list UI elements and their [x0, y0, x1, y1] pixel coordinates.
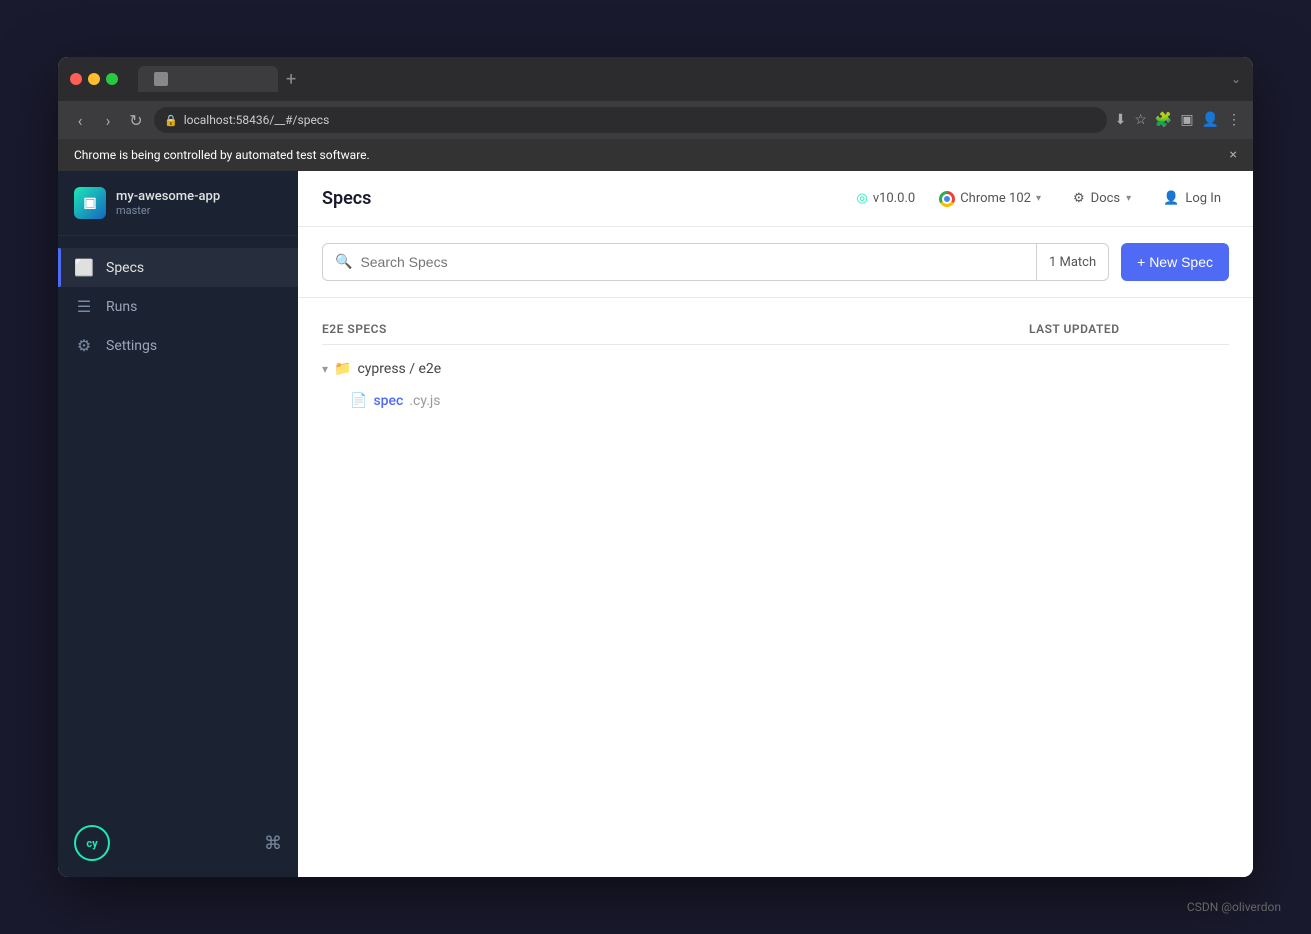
- browser-selector[interactable]: Chrome 102 ▾: [931, 187, 1049, 211]
- minimize-button[interactable]: [88, 73, 100, 85]
- search-icon: 🔍: [335, 254, 352, 270]
- app-icon-text: ▣: [83, 195, 96, 211]
- folder-chevron-icon: ▾: [322, 362, 328, 376]
- version-icon: ◎: [856, 191, 867, 206]
- app-name: my-awesome-app: [116, 189, 220, 204]
- banner-close-button[interactable]: ×: [1230, 147, 1237, 163]
- app-content: ▣ my-awesome-app master ⬜ Specs ☰ Runs ⚙: [58, 171, 1253, 877]
- sidebar: ▣ my-awesome-app master ⬜ Specs ☰ Runs ⚙: [58, 171, 298, 877]
- back-button[interactable]: ‹: [70, 111, 90, 130]
- spec-file-icon: 📄: [350, 393, 367, 409]
- profile-icon[interactable]: 👤: [1202, 112, 1219, 128]
- runs-icon: ☰: [74, 297, 94, 316]
- search-input[interactable]: [360, 254, 1024, 270]
- lock-icon: 🔒: [164, 114, 178, 127]
- app-icon: ▣: [74, 187, 106, 219]
- address-bar: ‹ › ↻ 🔒 localhost:58436/__#/specs ⬇ ☆ 🧩 …: [58, 101, 1253, 139]
- login-button[interactable]: 👤 Log In: [1155, 187, 1229, 210]
- version-text: v10.0.0: [873, 191, 915, 206]
- maximize-button[interactable]: [106, 73, 118, 85]
- sidebar-footer: cy ⌘: [58, 809, 298, 877]
- cy-logo: cy: [74, 825, 110, 861]
- specs-content: E2E specs Last updated ▾ 📁 cypress / e2e…: [298, 298, 1253, 877]
- extension-icon[interactable]: 🧩: [1155, 112, 1172, 128]
- header-right: ◎ v10.0.0 Chrome 102 ▾ ⚙ Docs ▾ 👤: [856, 187, 1229, 211]
- login-icon: 👤: [1163, 191, 1179, 206]
- docs-icon: ⚙: [1073, 191, 1085, 206]
- automation-banner-text: Chrome is being controlled by automated …: [74, 148, 370, 162]
- chrome-icon: [939, 191, 955, 207]
- specs-table-header: E2E specs Last updated: [322, 314, 1229, 345]
- app-branch: master: [116, 204, 220, 217]
- search-input-wrapper: 🔍: [323, 254, 1036, 270]
- title-bar: + ⌄: [58, 57, 1253, 101]
- address-bar-actions: ⬇ ☆ 🧩 ▣ 👤 ⋮: [1115, 112, 1241, 128]
- top-header: Specs ◎ v10.0.0 Chrome 102 ▾ ⚙ Docs ▾: [298, 171, 1253, 227]
- forward-button[interactable]: ›: [98, 111, 118, 130]
- folder-row-cypress-e2e[interactable]: ▾ 📁 cypress / e2e: [322, 353, 1229, 385]
- sidebar-item-settings-label: Settings: [106, 338, 157, 354]
- url-bar[interactable]: 🔒 localhost:58436/__#/specs: [154, 107, 1107, 133]
- sidebar-item-specs[interactable]: ⬜ Specs: [58, 248, 298, 287]
- version-button[interactable]: ◎ v10.0.0: [856, 191, 915, 206]
- browser-name: Chrome 102: [960, 191, 1031, 206]
- sidebar-header: ▣ my-awesome-app master: [58, 171, 298, 236]
- docs-label: Docs: [1091, 191, 1120, 206]
- specs-toolbar: 🔍 1 Match + New Spec: [298, 227, 1253, 298]
- login-label: Log In: [1185, 191, 1221, 206]
- column-header-updated: Last updated: [1029, 322, 1229, 336]
- spec-file-name: spec: [373, 393, 403, 409]
- keyboard-shortcut-icon[interactable]: ⌘: [264, 833, 282, 854]
- tab-favicon: [154, 72, 168, 86]
- new-tab-button[interactable]: +: [286, 69, 296, 90]
- traffic-lights: [70, 73, 118, 85]
- sidebar-nav: ⬜ Specs ☰ Runs ⚙ Settings: [58, 236, 298, 809]
- attribution: CSDN @oliverdon: [1187, 900, 1281, 914]
- close-button[interactable]: [70, 73, 82, 85]
- docs-chevron-icon: ▾: [1126, 193, 1131, 204]
- folder-icon: 📁: [334, 361, 351, 377]
- browser-tab[interactable]: [138, 66, 278, 92]
- app-info: my-awesome-app master: [116, 189, 220, 217]
- docs-button[interactable]: ⚙ Docs ▾: [1065, 187, 1139, 210]
- automation-banner: Chrome is being controlled by automated …: [58, 139, 1253, 171]
- column-header-spec: E2E specs: [322, 322, 1029, 336]
- download-icon[interactable]: ⬇: [1115, 112, 1127, 128]
- sidebar-item-runs[interactable]: ☰ Runs: [58, 287, 298, 326]
- search-container: 🔍 1 Match: [322, 243, 1109, 281]
- sidebar-item-runs-label: Runs: [106, 299, 137, 315]
- window-collapse[interactable]: ⌄: [1231, 72, 1241, 86]
- page-title: Specs: [322, 188, 836, 209]
- tab-view-icon[interactable]: ▣: [1180, 112, 1193, 128]
- sidebar-item-settings[interactable]: ⚙ Settings: [58, 326, 298, 365]
- bookmark-icon[interactable]: ☆: [1134, 112, 1147, 128]
- sidebar-item-specs-label: Specs: [106, 260, 144, 276]
- chevron-down-icon: ▾: [1036, 193, 1041, 204]
- tab-bar: +: [138, 66, 1223, 92]
- new-spec-button[interactable]: + New Spec: [1121, 243, 1229, 281]
- url-text: localhost:58436/__#/specs: [184, 113, 330, 127]
- spec-file-ext: .cy.js: [409, 393, 440, 409]
- search-match-count: 1 Match: [1036, 244, 1108, 280]
- menu-icon[interactable]: ⋮: [1227, 112, 1241, 128]
- reload-button[interactable]: ↻: [126, 111, 146, 130]
- specs-icon: ⬜: [74, 258, 94, 277]
- spec-row-spec-cy-js[interactable]: 📄 spec .cy.js: [322, 385, 1229, 417]
- settings-icon: ⚙: [74, 336, 94, 355]
- main-content: Specs ◎ v10.0.0 Chrome 102 ▾ ⚙ Docs ▾: [298, 171, 1253, 877]
- folder-name: cypress / e2e: [357, 361, 441, 377]
